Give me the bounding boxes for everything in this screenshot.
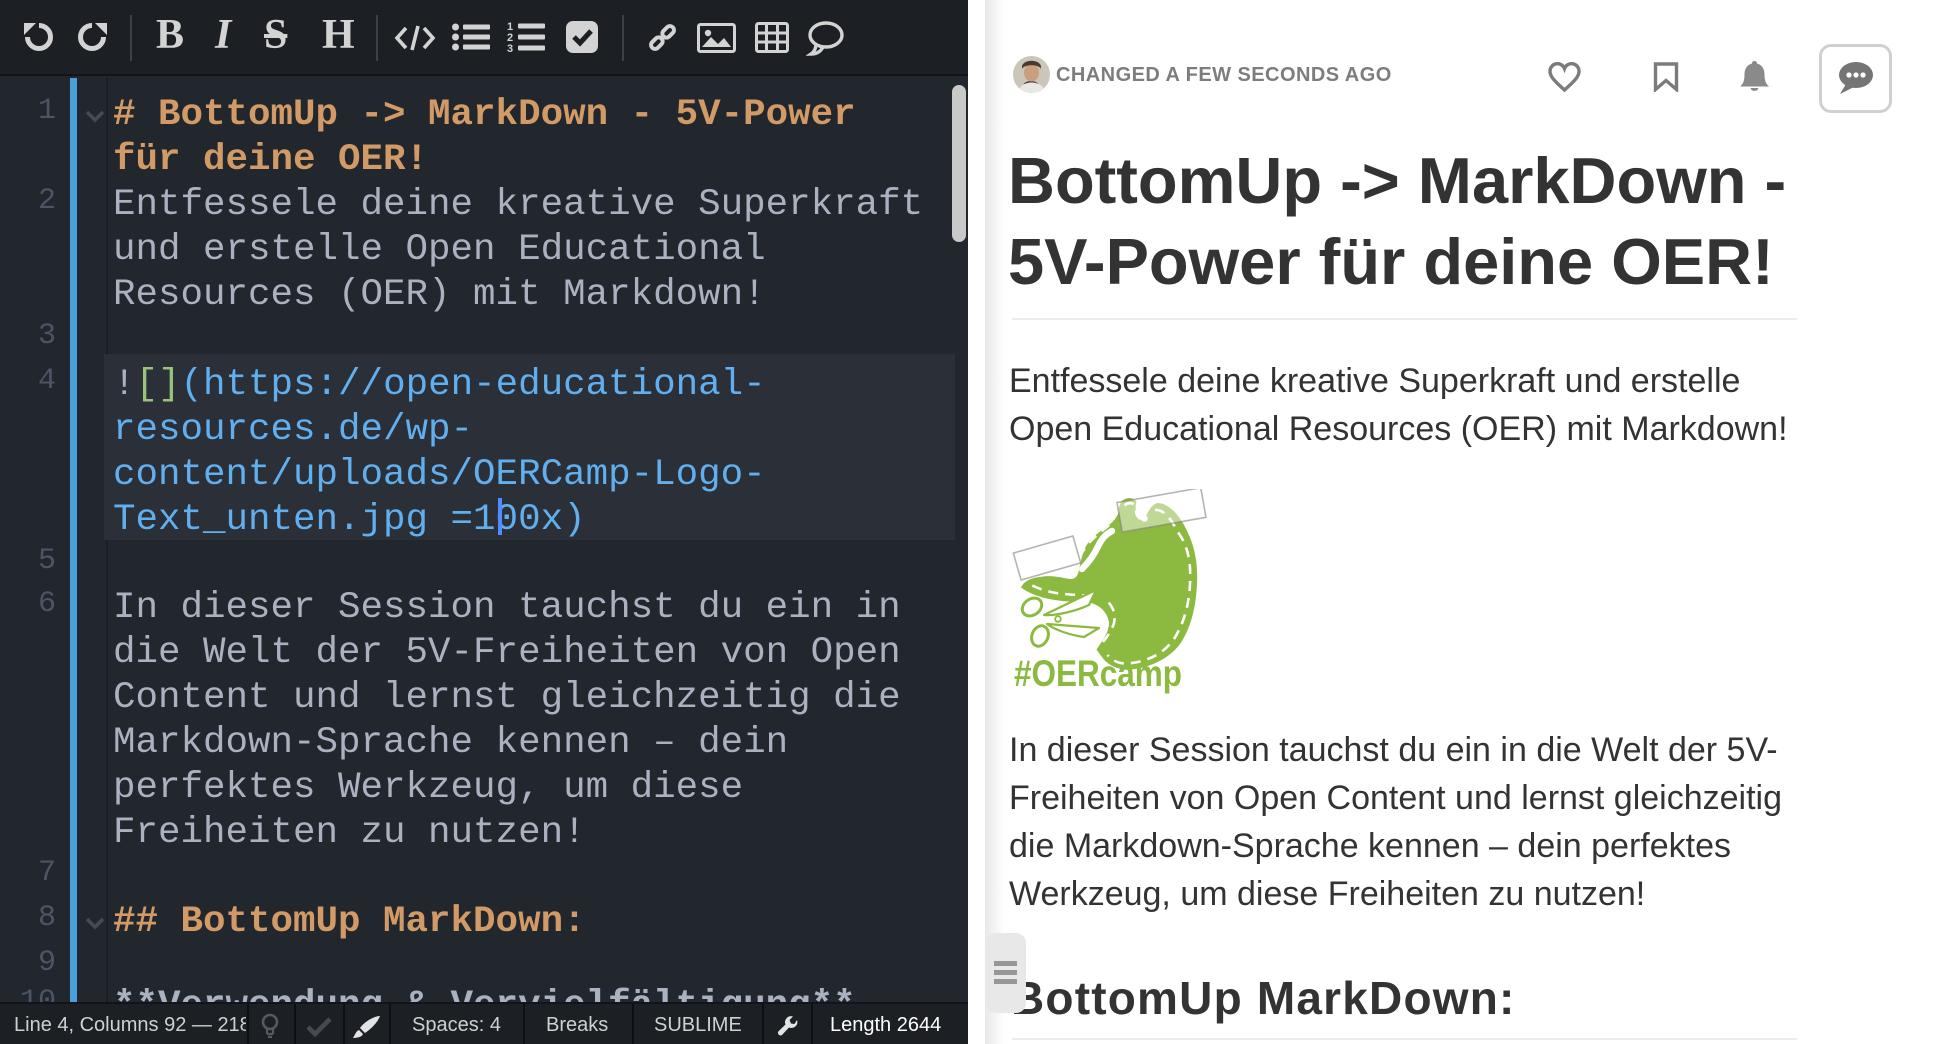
svg-text:#OERcamp: #OERcamp [1014, 653, 1182, 694]
svg-text:3: 3 [507, 43, 513, 53]
